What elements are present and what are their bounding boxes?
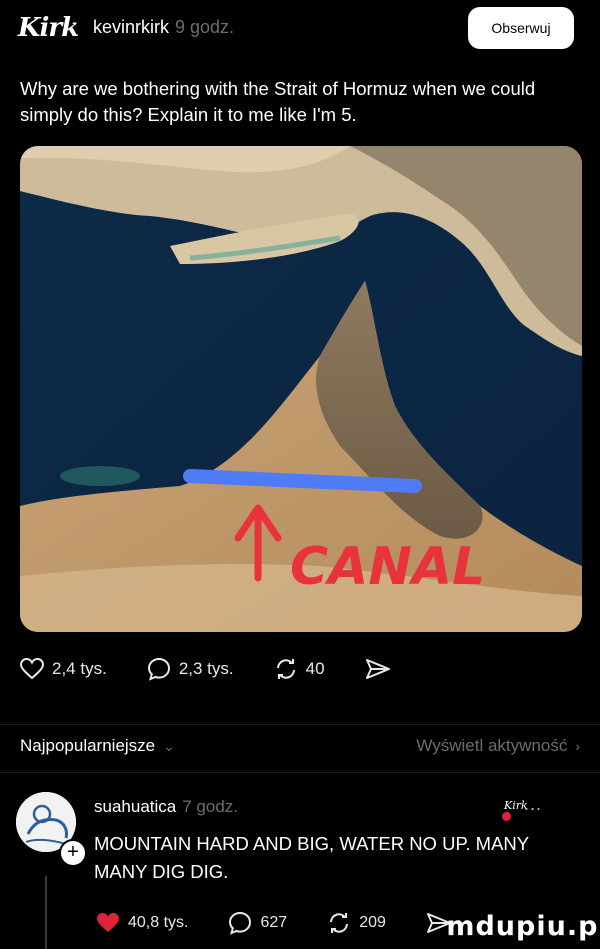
sort-label: Najpopularniejsze (20, 736, 156, 755)
canal-line (183, 469, 422, 493)
heart-filled-icon (97, 913, 119, 932)
heart-icon (20, 658, 44, 680)
chevron-down-icon: ⌄ (163, 737, 175, 754)
author-avatar[interactable]: Kirk (14, 12, 82, 44)
divider (0, 724, 600, 725)
repost-button[interactable]: 40 (274, 657, 325, 681)
share-button[interactable] (365, 658, 399, 680)
author-username[interactable]: kevinrkirk (93, 17, 169, 37)
post-actions: 2,4 tys. 2,3 tys. 40 (20, 652, 439, 686)
comment-like-count: 40,8 tys. (128, 914, 189, 931)
comment-reply-button[interactable]: 627 (228, 911, 287, 935)
post-image[interactable]: CANAL (20, 146, 582, 632)
comment-icon (147, 657, 170, 681)
chevron-right-icon: › (575, 738, 580, 754)
comment-author[interactable]: suahuatica 7 godz. (94, 797, 238, 817)
comment-count: 2,3 tys. (178, 659, 234, 678)
view-activity-label: Wyświetl aktywność (416, 736, 568, 755)
repost-icon (276, 659, 295, 679)
follow-commenter-button[interactable]: + (59, 839, 87, 867)
post-text: Why are we bothering with the Strait of … (20, 78, 536, 125)
liked-by-author-heart-icon (502, 812, 511, 821)
repost-count: 40 (305, 659, 325, 678)
comment-text: MOUNTAIN HARD AND BIG, WATER NO UP. MANY… (94, 833, 529, 882)
comment-like-button[interactable]: 40,8 tys. (96, 912, 188, 934)
like-count: 2,4 tys. (52, 659, 107, 678)
satellite-map-image: CANAL (20, 146, 582, 632)
follow-button[interactable]: Obserwuj (468, 7, 574, 49)
view-activity-link[interactable]: Wyświetl aktywność › (416, 736, 580, 756)
comments-sort-row: Najpopularniejsze ⌄ Wyświetl aktywność › (20, 728, 580, 764)
comment-more-button[interactable]: ... (524, 794, 542, 815)
like-button[interactable]: 2,4 tys. (20, 658, 107, 680)
comment-icon (229, 911, 252, 935)
repost-icon (330, 913, 349, 933)
commenter-username[interactable]: suahuatica (94, 797, 176, 816)
thread-line (45, 876, 47, 949)
comment-repost-count: 209 (359, 914, 386, 931)
site-watermark: mdupiu.pl (446, 903, 600, 949)
comment-reply-count: 627 (260, 914, 288, 931)
comment-button[interactable]: 2,3 tys. (147, 657, 234, 681)
post-time: 9 godz. (175, 17, 235, 37)
share-icon (365, 659, 390, 679)
canal-annotation: CANAL (290, 537, 485, 597)
post-author[interactable]: kevinrkirk 9 godz. (93, 17, 234, 38)
comment-repost-button[interactable]: 209 (327, 911, 386, 935)
divider (0, 772, 600, 773)
sort-dropdown[interactable]: Najpopularniejsze ⌄ (20, 736, 175, 756)
comment-actions: 40,8 tys. 627 209 (96, 908, 500, 938)
comment-time: 7 godz. (182, 797, 238, 816)
